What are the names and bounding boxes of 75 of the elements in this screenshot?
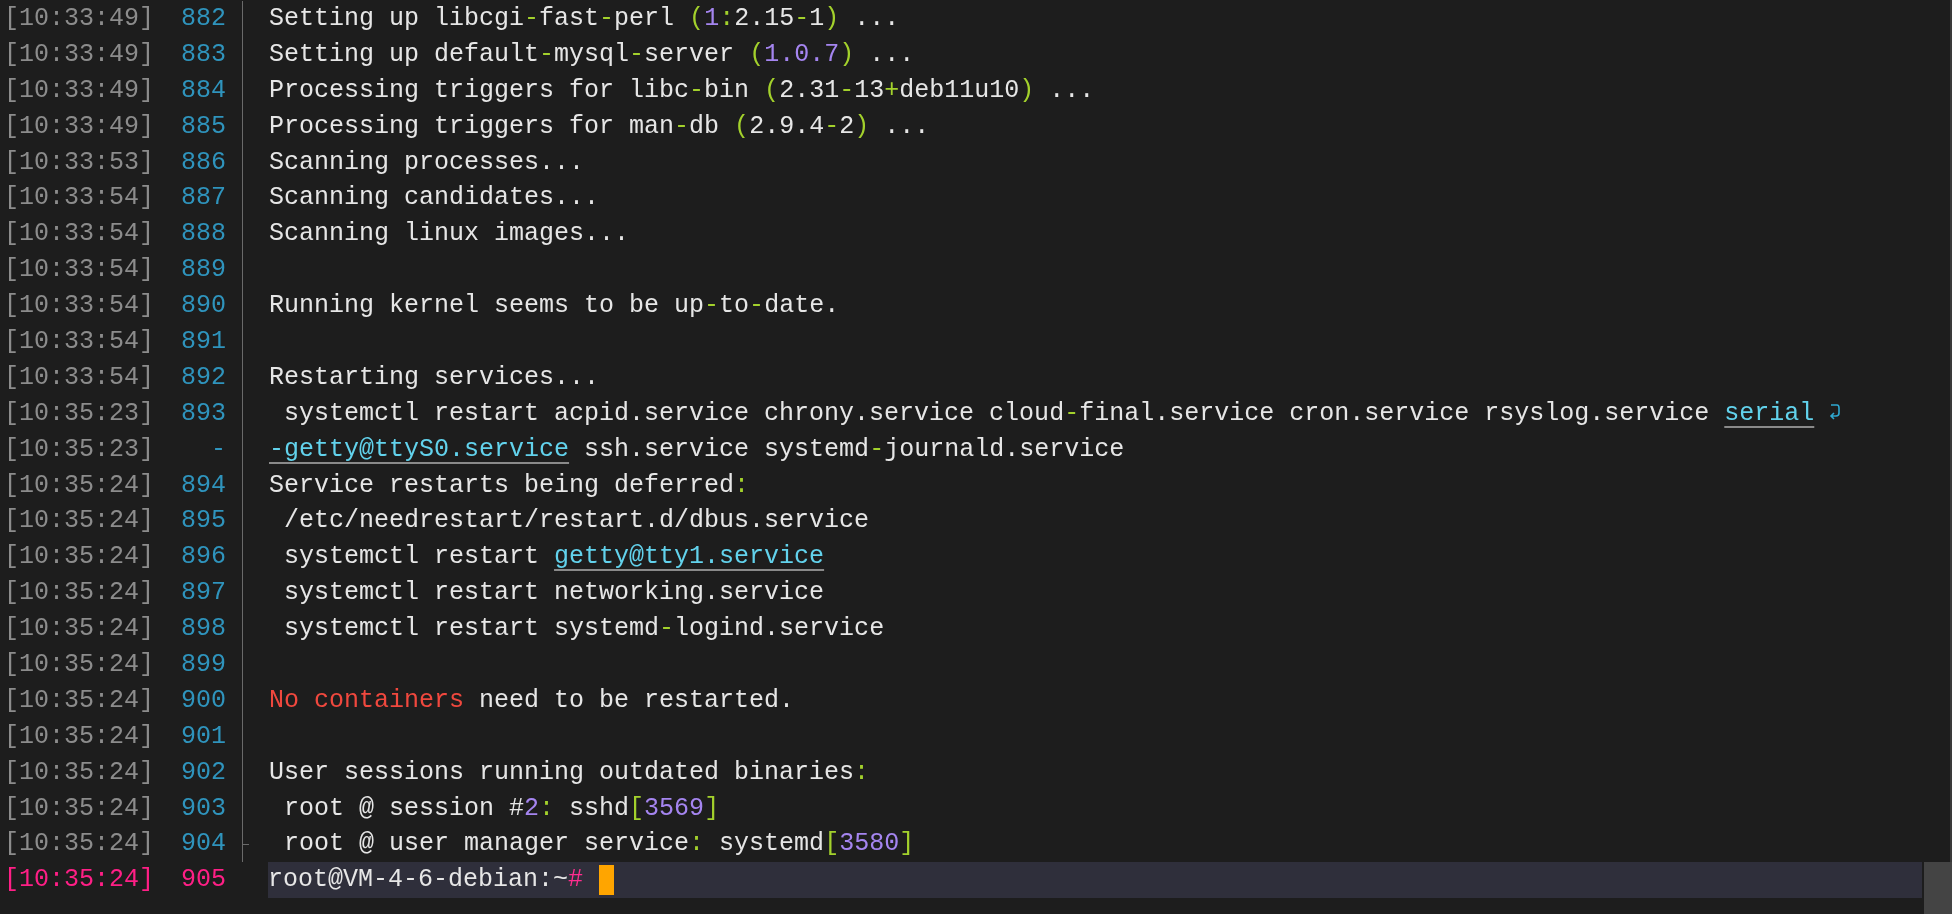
timestamp: [10:35:24] — [3, 541, 156, 574]
line-number: 884 — [180, 74, 226, 107]
log-line: /etc/needrestart/restart.d/dbus.service — [283, 505, 870, 538]
timestamp: [10:35:24] — [3, 720, 156, 753]
timestamp: [10:35:24] — [3, 649, 156, 682]
log-line: systemctl restart networking.service — [283, 577, 825, 610]
line-number: 887 — [180, 182, 226, 215]
log-line: Scanning processes... — [269, 146, 585, 179]
link[interactable]: getty@tty1.service — [554, 542, 825, 572]
line-number: 889 — [180, 254, 226, 287]
line-number: 886 — [180, 146, 226, 179]
line-number: 904 — [180, 828, 226, 861]
log-line: Scanning candidates... — [269, 182, 600, 215]
timestamp: [10:35:23] — [3, 433, 156, 466]
line-number: 898 — [180, 613, 226, 646]
timestamp: [10:33:49] — [3, 3, 156, 35]
line-number: 882 — [180, 3, 226, 35]
timestamp: [10:33:54] — [3, 254, 156, 287]
link[interactable]: serial — [1724, 398, 1815, 428]
timestamp: [10:33:54] — [3, 218, 156, 251]
log-line: root @ session #2: sshd[3569] — [283, 792, 720, 825]
timestamp: [10:33:49] — [3, 74, 156, 107]
line-number: 895 — [180, 505, 226, 538]
line-number: 897 — [180, 577, 226, 610]
timestamp: [10:33:54] — [3, 182, 156, 215]
log-line: No containers need to be restarted. — [269, 684, 795, 717]
link[interactable]: -getty@ttyS0.service — [269, 434, 570, 464]
command-prompt[interactable]: root@VM-4-6-debian:~# — [268, 862, 584, 899]
timestamp: [10:35:24] — [3, 828, 156, 861]
timestamp: [10:33:53] — [3, 146, 156, 179]
line-number: 899 — [180, 649, 226, 682]
log-line: root @ user manager service: systemd[3580] — [283, 828, 915, 861]
log-line: Processing triggers for libc-bin (2.31-13+deb11u10) ... — [269, 74, 1095, 107]
log-line: Scanning linux images... — [269, 218, 630, 251]
line-number: 892 — [180, 361, 226, 394]
log-line: systemctl restart systemd-logind.service — [283, 613, 885, 646]
scrollbar-thumb[interactable] — [1924, 862, 1952, 914]
line-number: 891 — [180, 326, 226, 358]
log-line: Running kernel seems to be up-to-date. — [269, 290, 840, 323]
log-line: Service restarts being deferred: — [269, 469, 750, 502]
line-number: 896 — [180, 541, 226, 574]
timestamp: [10:35:24] — [3, 792, 156, 825]
line-number: 900 — [180, 684, 226, 717]
log-line: User sessions running outdated binaries: — [269, 756, 870, 789]
line-number: 885 — [180, 110, 226, 143]
timestamp: [10:33:54] — [3, 290, 156, 323]
log-line: Restarting services... — [269, 361, 600, 394]
timestamp: [10:35:24] — [3, 613, 156, 646]
line-number: 901 — [180, 720, 226, 753]
line-number: 888 — [180, 218, 226, 251]
log-line: -getty@ttyS0.service ssh.service systemd-journald.service — [269, 433, 1125, 466]
log-line: Processing triggers for man-db (2.9.4-2) ... — [269, 110, 930, 143]
timestamp: [10:33:54] — [3, 326, 156, 358]
timestamp: [10:33:49] — [3, 38, 156, 71]
line-number: - — [210, 433, 226, 466]
log-line: systemctl restart getty@tty1.service — [283, 541, 825, 574]
line-number: 890 — [180, 290, 226, 323]
timestamp: [10:35:24] — [3, 505, 156, 538]
timestamp: [10:35:24] — [3, 577, 156, 610]
line-number: 902 — [180, 756, 226, 789]
timestamp: [10:35:24] — [3, 756, 156, 789]
line-number: 905 — [180, 864, 226, 897]
timestamp: [10:35:24] — [3, 469, 156, 502]
timestamp: [10:35:23] — [3, 397, 156, 430]
timestamp: [10:33:54] — [3, 361, 156, 394]
timestamp: [10:33:49] — [3, 110, 156, 143]
timestamp: [10:35:24] — [3, 864, 156, 897]
line-number: 883 — [180, 38, 226, 71]
line-number: 903 — [180, 792, 226, 825]
line-number: 893 — [180, 397, 226, 430]
timestamp: [10:35:24] — [3, 684, 156, 717]
log-line: Setting up libcgi-fast-perl (1:2.15-1) ... — [269, 3, 900, 35]
log-line: Setting up default-mysql-server (1.0.7) ... — [269, 38, 915, 71]
line-number: 894 — [180, 469, 226, 502]
log-line: systemctl restart acpid.service chrony.service cloud-final.service cron.service rsyslog.service serial — [283, 397, 1815, 430]
